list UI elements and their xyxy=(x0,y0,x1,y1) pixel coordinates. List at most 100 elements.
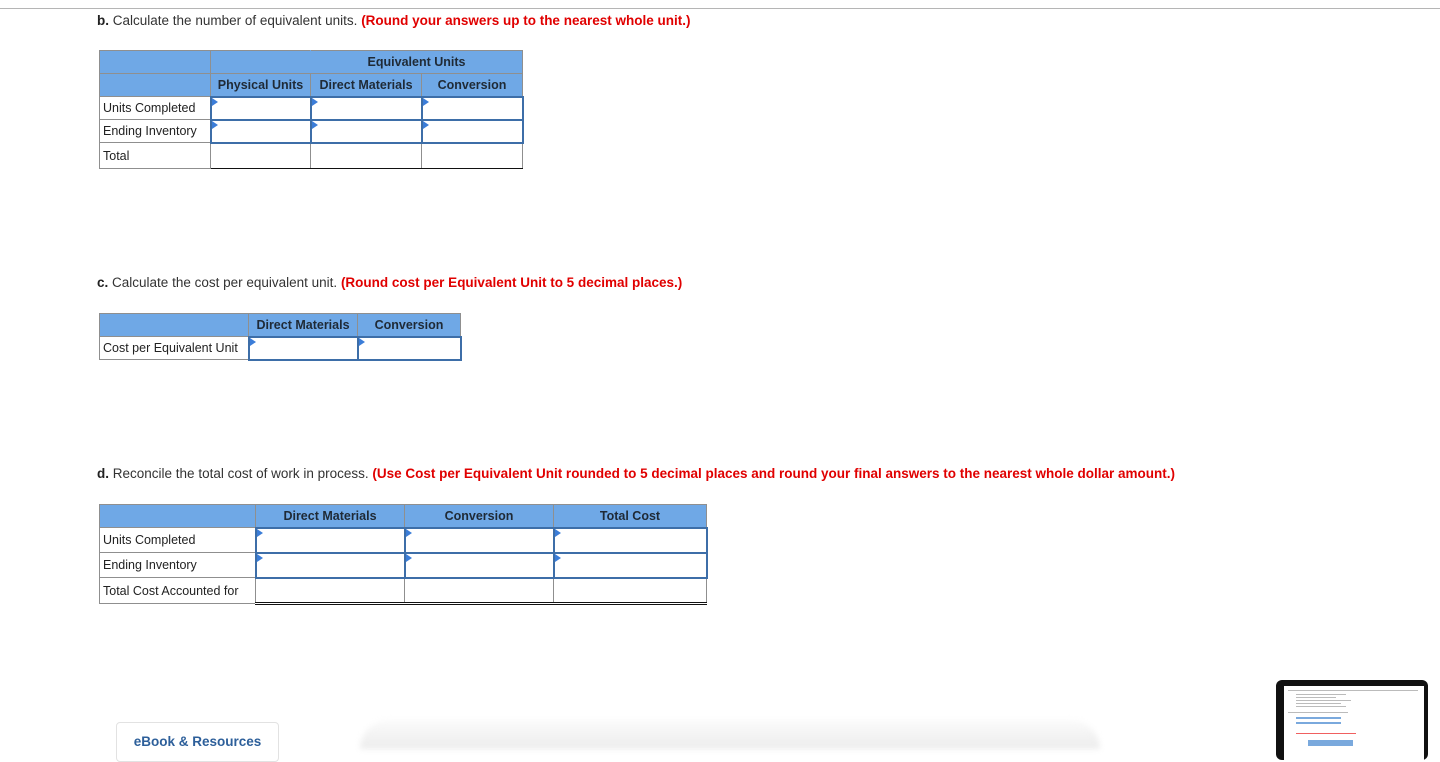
input-flag-icon xyxy=(249,337,256,346)
question-b-prefix: b. xyxy=(97,13,109,28)
input-flag-icon xyxy=(358,337,365,346)
equivalent-units-group-header: Equivalent Units xyxy=(310,50,523,74)
units-completed-total-cost-input[interactable] xyxy=(552,526,708,554)
thumb-block xyxy=(1308,740,1353,746)
table-row: Cost per Equivalent Unit xyxy=(99,335,462,361)
units-completed-dm-input[interactable] xyxy=(309,95,423,121)
input-flag-icon xyxy=(422,120,429,129)
question-c-text: Calculate the cost per equivalent unit. xyxy=(112,275,338,290)
input-flag-icon xyxy=(256,553,263,562)
col-direct-materials: Direct Materials xyxy=(255,504,405,528)
input-flag-icon xyxy=(554,528,561,537)
units-completed-conversion-cost-input[interactable] xyxy=(403,526,555,554)
thumb-line xyxy=(1296,703,1341,704)
thumb-red-line xyxy=(1296,733,1356,734)
col-direct-materials: Direct Materials xyxy=(248,313,358,337)
units-completed-conversion-input[interactable] xyxy=(420,95,524,121)
thumb-line xyxy=(1296,694,1346,695)
input-flag-icon xyxy=(422,97,429,106)
cost-per-eu-conversion-input[interactable] xyxy=(356,335,462,361)
table-row: Ending Inventory xyxy=(99,551,708,579)
input-field[interactable] xyxy=(256,528,404,552)
thumb-line xyxy=(1288,712,1348,713)
thumb-line xyxy=(1296,706,1346,707)
ending-inventory-physical-input[interactable] xyxy=(209,118,312,144)
thumb-line xyxy=(1296,700,1351,701)
total-cost-cell xyxy=(553,576,707,605)
col-conversion: Conversion xyxy=(357,313,461,337)
top-divider xyxy=(0,8,1440,9)
question-d-prefix: d. xyxy=(97,466,109,481)
question-d-text: Reconcile the total cost of work in proc… xyxy=(112,466,369,481)
units-completed-dm-cost-input[interactable] xyxy=(254,526,406,554)
input-field[interactable] xyxy=(211,97,310,119)
input-flag-icon xyxy=(256,528,263,537)
input-field[interactable] xyxy=(405,528,553,552)
input-field[interactable] xyxy=(256,553,404,577)
row-label: Ending Inventory xyxy=(99,119,211,143)
input-field[interactable] xyxy=(249,337,357,359)
input-flag-icon xyxy=(405,553,412,562)
input-flag-icon xyxy=(311,120,318,129)
thumb-line xyxy=(1288,690,1418,691)
total-physical-cell xyxy=(210,141,311,169)
col-total-cost: Total Cost xyxy=(553,504,707,528)
input-field[interactable] xyxy=(311,97,421,119)
row-label: Units Completed xyxy=(99,96,211,120)
col-physical-units: Physical Units xyxy=(210,73,311,97)
input-field[interactable] xyxy=(405,553,553,577)
cost-per-eu-dm-input[interactable] xyxy=(247,335,359,361)
question-c: c. Calculate the cost per equivalent uni… xyxy=(97,275,682,290)
ebook-resources-button[interactable]: eBook & Resources xyxy=(116,722,279,762)
input-field[interactable] xyxy=(358,337,460,359)
input-field[interactable] xyxy=(554,528,706,552)
thumb-block xyxy=(1296,717,1341,719)
row-label: Total xyxy=(99,142,211,169)
table-row: Ending Inventory xyxy=(99,118,524,144)
input-field[interactable] xyxy=(211,120,310,142)
ending-inventory-conversion-cost-input[interactable] xyxy=(403,551,555,579)
col-conversion: Conversion xyxy=(421,73,523,97)
question-b-text: Calculate the number of equivalent units… xyxy=(112,13,358,28)
col-conversion: Conversion xyxy=(404,504,554,528)
header-blank xyxy=(99,50,211,74)
screenshot-thumbnail-preview[interactable] xyxy=(1276,680,1428,760)
ending-inventory-dm-input[interactable] xyxy=(309,118,423,144)
question-b: b. Calculate the number of equivalent un… xyxy=(97,13,690,28)
header-blank-3 xyxy=(99,73,211,97)
cost-per-eu-table: Direct Materials Conversion Cost per Equ… xyxy=(99,313,462,361)
total-conversion-cell xyxy=(421,141,523,169)
row-label: Ending Inventory xyxy=(99,552,256,578)
input-flag-icon xyxy=(405,528,412,537)
ending-inventory-total-cost-input[interactable] xyxy=(552,551,708,579)
row-label: Total Cost Accounted for xyxy=(99,577,256,604)
ending-inventory-conversion-input[interactable] xyxy=(420,118,524,144)
row-label: Units Completed xyxy=(99,527,256,553)
ending-inventory-dm-cost-input[interactable] xyxy=(254,551,406,579)
input-flag-icon xyxy=(211,97,218,106)
header-blank xyxy=(99,313,249,337)
input-flag-icon xyxy=(211,120,218,129)
input-field[interactable] xyxy=(422,97,522,119)
equivalent-units-table: Equivalent Units Physical Units Direct M… xyxy=(99,50,524,169)
total-conversion-cost-cell xyxy=(404,576,554,605)
input-flag-icon xyxy=(554,553,561,562)
question-c-prefix: c. xyxy=(97,275,109,290)
input-field[interactable] xyxy=(422,120,522,142)
row-label: Cost per Equivalent Unit xyxy=(99,336,249,360)
input-flag-icon xyxy=(311,97,318,106)
col-direct-materials: Direct Materials xyxy=(310,73,422,97)
question-c-instruction: (Round cost per Equivalent Unit to 5 dec… xyxy=(340,275,683,290)
total-dm-cell xyxy=(310,141,422,169)
input-field[interactable] xyxy=(311,120,421,142)
total-dm-cost-cell xyxy=(255,576,405,605)
reconcile-cost-table: Direct Materials Conversion Total Cost U… xyxy=(99,504,708,605)
units-completed-physical-input[interactable] xyxy=(209,95,312,121)
table-row: Units Completed xyxy=(99,95,524,121)
header-blank xyxy=(99,504,256,528)
thumb-line xyxy=(1296,697,1336,698)
thumb-block xyxy=(1296,722,1341,724)
input-field[interactable] xyxy=(554,553,706,577)
question-b-instruction: (Round your answers up to the nearest wh… xyxy=(361,13,691,28)
header-blank-2 xyxy=(210,50,311,74)
